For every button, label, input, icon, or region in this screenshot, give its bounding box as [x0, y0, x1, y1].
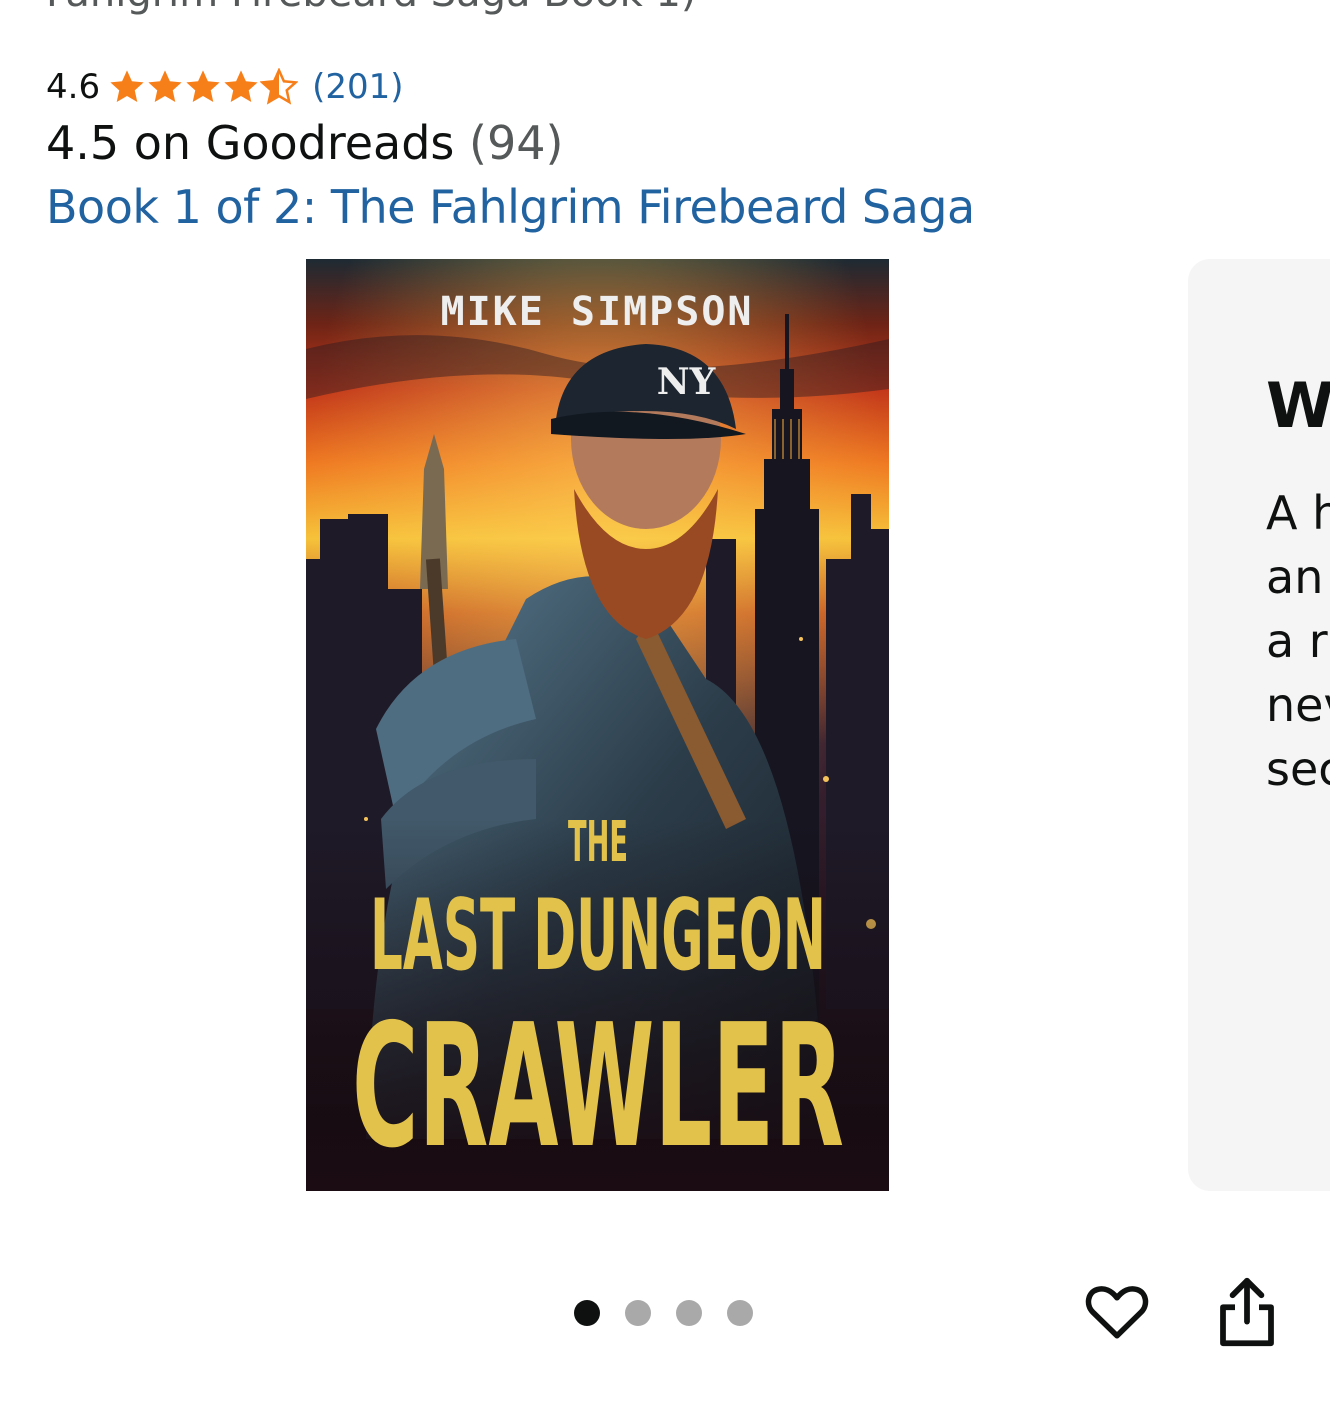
star-icon	[186, 70, 220, 103]
cover-title-line2: LAST DUNGEON	[370, 879, 826, 993]
card-heading: W	[1266, 369, 1330, 442]
share-icon[interactable]	[1218, 1276, 1276, 1352]
card-line: nev	[1266, 678, 1330, 732]
heart-icon[interactable]	[1084, 1278, 1150, 1348]
rating-count-link[interactable]: (201)	[312, 67, 403, 107]
cover-title-line1: THE	[568, 810, 628, 875]
product-subtitle: Fahlgrim Firebeard Saga Book 1)	[46, 0, 697, 16]
card-line: an	[1266, 550, 1324, 604]
star-icon	[148, 70, 182, 103]
book-cover-image[interactable]: NY MIKE SIMPSON THE LAST DUNGEON CRAWLER	[306, 259, 889, 1191]
cover-author: MIKE SIMPSON	[441, 289, 754, 335]
carousel-dot-4[interactable]	[727, 1300, 753, 1326]
carousel-dot-3[interactable]	[676, 1300, 702, 1326]
goodreads-label: 4.5 on Goodreads	[46, 116, 455, 170]
carousel-dot-1[interactable]	[574, 1300, 600, 1326]
carousel-pagination	[574, 1300, 753, 1326]
goodreads-count: (94)	[469, 116, 564, 170]
star-icon	[110, 70, 144, 103]
cover-title-line3: CRAWLER	[352, 988, 844, 1186]
card-line: sec	[1266, 742, 1330, 796]
star-rating	[108, 68, 299, 106]
carousel-dot-2[interactable]	[625, 1300, 651, 1326]
rating-row[interactable]: 4.6 (201)	[46, 62, 404, 112]
goodreads-rating[interactable]: 4.5 on Goodreads (94)	[46, 116, 563, 170]
cover-cap-logo: NY	[657, 361, 717, 403]
rating-value: 4.6	[46, 67, 101, 107]
card-line: A h	[1266, 486, 1330, 540]
next-carousel-card[interactable]: W A h an a r nev sec	[1188, 259, 1330, 1191]
card-description: A h an a r nev sec	[1266, 481, 1330, 801]
half-star-icon	[260, 68, 299, 105]
star-icon	[224, 70, 258, 103]
card-line: a r	[1266, 614, 1328, 668]
series-link[interactable]: Book 1 of 2: The Fahlgrim Firebeard Saga	[46, 180, 975, 234]
